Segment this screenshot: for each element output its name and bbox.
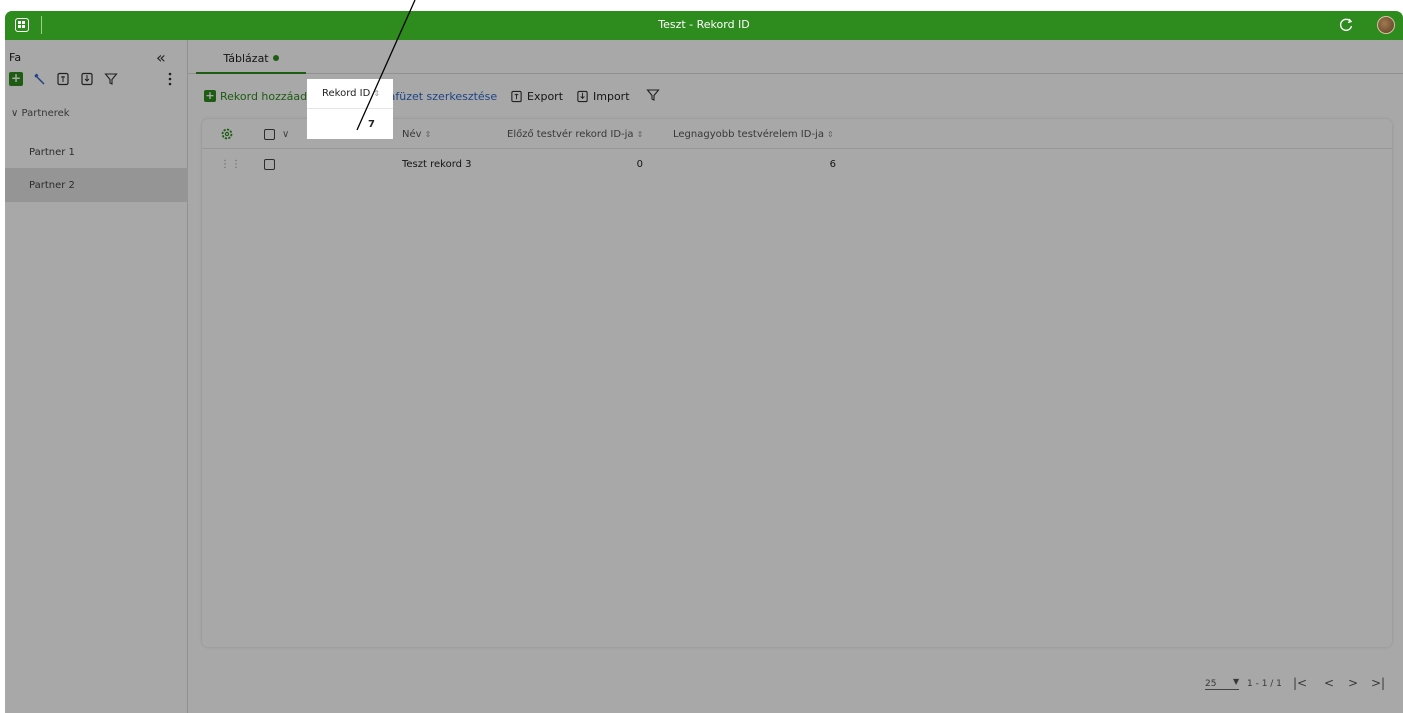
column-header-elozo[interactable]: Előző testvér rekord ID-ja ⇕ [507, 119, 643, 149]
drag-handle-icon[interactable]: ⋮⋮ [220, 149, 242, 179]
export-icon [511, 90, 522, 102]
import-label: Import [593, 89, 630, 103]
tree-item-partner-1[interactable]: Partner 1 [5, 135, 188, 169]
title-bar-strip: Teszt - Rekord ID [5, 11, 1403, 40]
row-checkbox[interactable] [264, 149, 275, 179]
sidebar: Fa « + ∨ Partnerek Partner 1 Partner 2 [5, 40, 188, 713]
sidebar-title: Fa [9, 51, 22, 64]
per-page-value: 25 [1205, 679, 1217, 689]
tree-item-label: Partner 1 [29, 147, 75, 158]
column-header-label: Legnagyobb testvérelem ID-ja [673, 128, 824, 140]
import-icon[interactable] [80, 72, 94, 86]
add-icon: + [204, 89, 216, 102]
export-button[interactable]: Export [510, 86, 563, 106]
cell-nev: Teszt rekord 3 [402, 158, 472, 170]
select-all-checkbox[interactable] [264, 119, 275, 149]
import-icon [577, 90, 588, 102]
per-page-caret-icon: ▼ [1233, 677, 1240, 686]
cell-rekord-id: 7 [368, 118, 375, 130]
export-icon[interactable] [56, 72, 70, 86]
pagination: 25 ▼ 1 - 1 / 1 |< < > >| [1205, 675, 1395, 695]
import-button[interactable]: Import [576, 86, 630, 106]
prev-page-icon[interactable]: < [1324, 676, 1334, 690]
tab-bar: Táblázat [188, 40, 1403, 74]
tree-group-label: Partnerek [21, 108, 70, 119]
tab-label: Táblázat [223, 52, 269, 65]
pagination-range: 1 - 1 / 1 [1247, 679, 1282, 689]
gear-icon[interactable] [220, 127, 234, 141]
sort-icon: ⇕ [826, 129, 834, 139]
status-dot [272, 55, 279, 61]
more-options-icon[interactable] [163, 72, 177, 86]
column-header-label: Rekord ID [322, 88, 371, 99]
column-header-label: Előző testvér rekord ID-ja [507, 128, 634, 140]
filter-icon[interactable] [104, 72, 118, 86]
select-menu-chevron-icon[interactable]: ∨ [282, 119, 289, 149]
sort-icon: ⇕ [373, 89, 381, 98]
tree-group-partnerek[interactable]: ∨ Partnerek [11, 108, 70, 119]
first-page-icon[interactable]: |< [1293, 676, 1307, 690]
column-header-label: Név [402, 128, 422, 140]
cell-legnagyobb: 6 [829, 158, 836, 170]
column-header-rekord-id[interactable]: Rekord ID ⇕ [307, 79, 393, 109]
tree-item-label: Partner 2 [29, 180, 75, 191]
sort-icon: ⇕ [424, 129, 432, 139]
table-row[interactable]: ⋮⋮ Teszt rekord 3 0 6 [202, 149, 1392, 179]
next-page-icon[interactable]: > [1348, 676, 1358, 690]
last-page-icon[interactable]: >| [1371, 676, 1385, 690]
main-area: Táblázat + Rekord hozzáadása Munkafüzet … [188, 40, 1403, 713]
title-bar: Teszt - Rekord ID [0, 0, 1403, 40]
table-panel [202, 119, 1392, 647]
add-icon[interactable]: + [9, 72, 23, 86]
wrench-icon[interactable] [33, 72, 47, 86]
collapse-sidebar-icon[interactable]: « [156, 48, 166, 67]
sort-icon: ⇕ [636, 129, 644, 139]
user-avatar[interactable] [1377, 16, 1395, 34]
chevron-down-icon: ∨ [11, 108, 19, 119]
cell-elozo: 0 [636, 158, 643, 170]
column-header-nev[interactable]: Név ⇕ [402, 119, 462, 149]
filter-icon[interactable] [646, 88, 660, 102]
tree-item-partner-2[interactable]: Partner 2 [5, 168, 188, 202]
sidebar-toolbar: + [9, 72, 179, 90]
export-label: Export [527, 89, 564, 103]
window-title: Teszt - Rekord ID [658, 18, 750, 31]
tab-tablazat[interactable]: Táblázat [196, 40, 306, 74]
refresh-icon[interactable] [1337, 16, 1355, 34]
highlighted-column-rekord-id: Rekord ID ⇕ 7 [307, 79, 393, 139]
column-header-legnagyobb[interactable]: Legnagyobb testvérelem ID-ja ⇕ [673, 119, 834, 149]
